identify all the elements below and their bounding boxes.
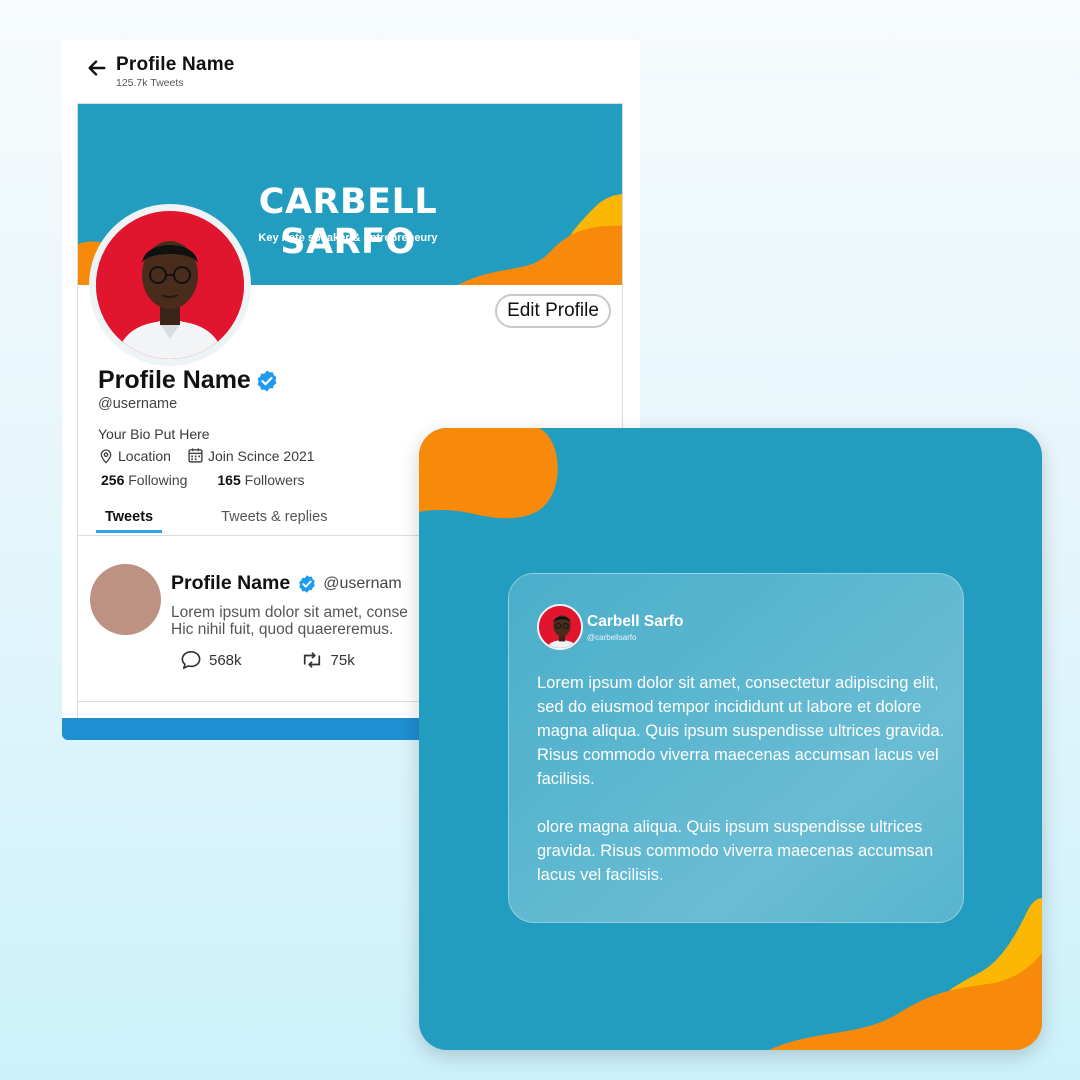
followers-link[interactable]: 165 Followers (217, 472, 304, 488)
location-item: Location (98, 448, 171, 464)
retweet-icon (303, 652, 320, 668)
reply-button[interactable]: 568k (180, 650, 242, 670)
location-pin-icon (100, 448, 112, 464)
follow-stats: 256 Following 165 Followers (101, 472, 335, 488)
person-illustration (96, 211, 244, 359)
retweet-button[interactable]: 75k (300, 650, 355, 670)
location-text: Location (118, 447, 171, 464)
page-title: Profile Name (116, 54, 235, 75)
quote-user: Carbell Sarfo @carbellsarfo (537, 604, 683, 650)
quote-paragraph: Lorem ipsum dolor sit amet, consectetur … (537, 674, 945, 788)
reply-bubble-icon (181, 651, 201, 669)
quote-card: Carbell Sarfo @carbellsarfo Lorem ipsum … (419, 428, 1042, 1050)
joined-item: Join Scince 2021 (187, 447, 315, 464)
quote-glass-panel: Carbell Sarfo @carbellsarfo Lorem ipsum … (508, 573, 964, 923)
followers-label: Followers (244, 472, 305, 488)
quote-text: Lorem ipsum dolor sit amet, consectetur … (537, 671, 947, 887)
edit-profile-button[interactable]: Edit Profile (495, 294, 611, 328)
joined-text: Join Scince 2021 (207, 447, 315, 464)
tweet-author-name: Profile Name (171, 572, 291, 594)
profile-name-row: Profile Name (98, 366, 279, 395)
following-link[interactable]: 256 Following (101, 472, 187, 488)
followers-count: 165 (217, 472, 241, 488)
banner-tagline: Key note speaker & entrepreneury (258, 232, 438, 244)
tab-tweets[interactable]: Tweets (96, 509, 163, 533)
following-count: 256 (101, 472, 125, 488)
retweet-count: 75k (330, 651, 355, 669)
tweet-header: Profile Name @usernam (171, 572, 402, 595)
person-illustration (539, 606, 581, 648)
following-label: Following (128, 472, 188, 488)
calendar-icon (188, 448, 203, 463)
profile-meta: Location Join Scince 2021 (98, 447, 331, 464)
reply-count: 568k (209, 651, 242, 669)
profile-name: Profile Name (98, 366, 251, 394)
quote-paragraph: olore magna aliqua. Quis ipsum suspendis… (537, 818, 934, 884)
quote-author-handle: @carbellsarfo (587, 632, 637, 642)
profile-topbar: Profile Name 125.7k Tweets (86, 54, 235, 89)
tweet-actions: 568k 75k (180, 650, 413, 670)
profile-tabs: Tweets Tweets & replies (96, 509, 386, 533)
tweet-avatar[interactable] (90, 564, 161, 635)
profile-photo (96, 211, 244, 359)
profile-avatar[interactable] (89, 204, 251, 366)
tab-tweets-replies[interactable]: Tweets & replies (212, 509, 336, 533)
quote-author-name: Carbell Sarfo (587, 612, 684, 630)
back-arrow-icon[interactable] (86, 57, 108, 79)
verified-badge-icon (257, 370, 277, 391)
verified-badge-icon (299, 574, 316, 593)
profile-handle: @username (98, 396, 178, 412)
tweet-count: 125.7k Tweets (116, 77, 184, 89)
banner-name: CARBELL SARFO (258, 182, 438, 262)
quote-avatar[interactable] (537, 604, 583, 650)
profile-bio: Your Bio Put Here (98, 426, 210, 442)
tweet-author-handle: @usernam (323, 574, 402, 592)
